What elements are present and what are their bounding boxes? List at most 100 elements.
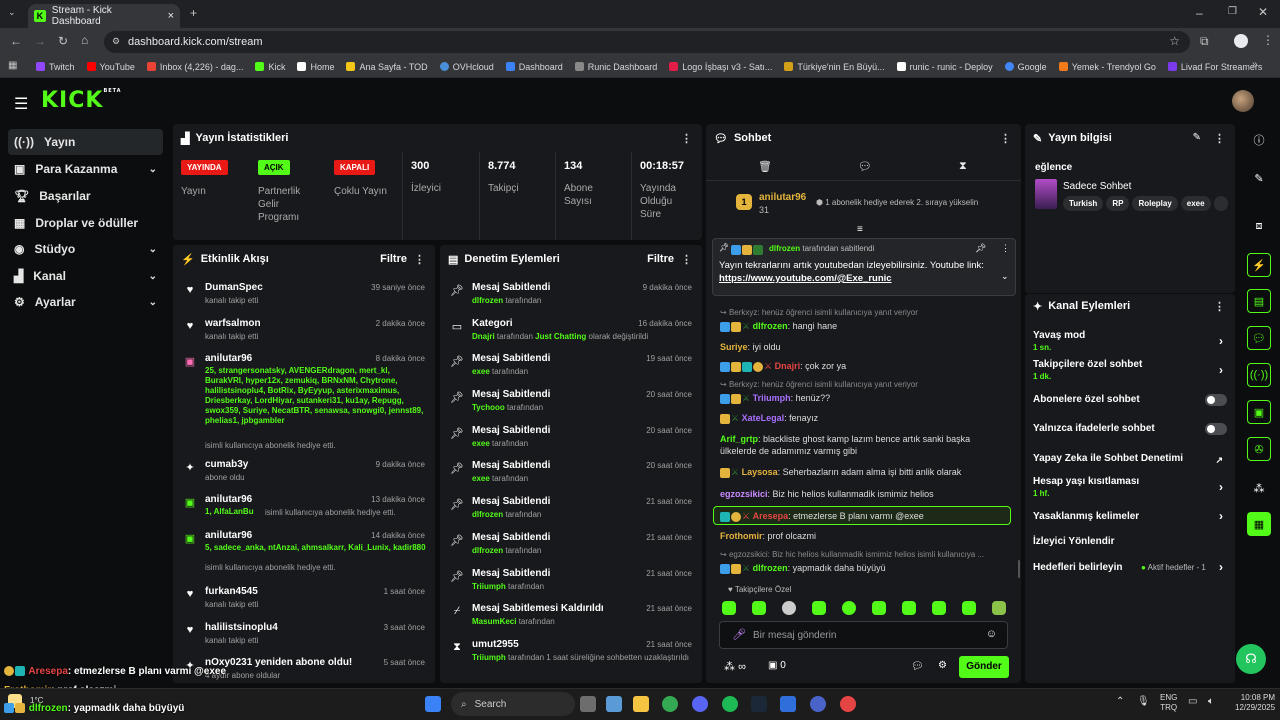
- chat-bubble-icon[interactable]: 💬︎: [858, 160, 872, 173]
- bookmark-inbox[interactable]: Inbox (4,226) - dag...: [146, 62, 243, 72]
- video-icon[interactable]: ▣: [1247, 400, 1271, 424]
- chat-settings-icon[interactable]: ⚙: [938, 660, 947, 671]
- document-icon[interactable]: ▤: [1247, 289, 1271, 313]
- category-name[interactable]: Sadece Sohbet: [1063, 181, 1131, 192]
- chat-message[interactable]: ⚔ Dnajri: çok zor ya: [720, 360, 1005, 372]
- leader-username[interactable]: anilutar96: [759, 192, 806, 203]
- info-icon[interactable]: ⓘ: [1247, 128, 1271, 152]
- stats-menu-icon[interactable]: ⋮: [681, 132, 692, 145]
- bookmark-trendyol[interactable]: Yemek - Trendyol Go: [1058, 62, 1156, 72]
- action-account-age[interactable]: Hesap yaşı kısıtlaması 1 hf. ›: [1033, 476, 1227, 498]
- bookmark-dashboard[interactable]: Dashboard: [505, 62, 563, 72]
- bookmark-logo[interactable]: Logo İşbaşı v3 - Satı...: [669, 62, 772, 72]
- windows-start-icon[interactable]: [425, 696, 441, 712]
- taskbar-search[interactable]: ⌕ Search: [451, 692, 575, 716]
- emote-9-icon[interactable]: [962, 601, 976, 615]
- task-view-icon[interactable]: [580, 696, 596, 712]
- apps-grid-icon[interactable]: ▦: [8, 60, 17, 71]
- network-icon[interactable]: ▭: [1188, 696, 1197, 707]
- minimize-icon[interactable]: –: [1196, 6, 1203, 20]
- action-raid[interactable]: İzleyici Yönlendir: [1033, 536, 1227, 547]
- chat-message[interactable]: Frothomir: prof olcazmi: [720, 530, 1005, 542]
- emote-8-icon[interactable]: [932, 601, 946, 615]
- chrome-icon[interactable]: [662, 696, 678, 712]
- community-icon[interactable]: ⁂: [1247, 476, 1271, 500]
- stream-info-menu-icon[interactable]: ⋮: [1214, 132, 1225, 145]
- spotify-icon[interactable]: [722, 696, 738, 712]
- activity-menu-icon[interactable]: ⋮: [414, 253, 425, 266]
- chat-bubble-icon[interactable]: 💬︎: [1247, 326, 1271, 350]
- tag[interactable]: RP: [1106, 196, 1130, 211]
- bookmark-livad[interactable]: Livad For Streamers: [1167, 62, 1262, 72]
- subscribers-only-toggle[interactable]: [1205, 394, 1227, 406]
- steam-icon[interactable]: [751, 696, 767, 712]
- site-info-icon[interactable]: ⚙: [112, 36, 120, 47]
- moderation-filter-button[interactable]: Filtre: [647, 253, 674, 265]
- clock[interactable]: 10:08 PM 12/29/2025: [1235, 693, 1275, 713]
- app-icon[interactable]: [780, 696, 796, 712]
- sidebar-item-yayin[interactable]: ((·)) Yayın: [8, 129, 163, 155]
- support-headset-icon[interactable]: ☊: [1236, 644, 1266, 674]
- profile-avatar[interactable]: [1234, 34, 1248, 48]
- chat-message[interactable]: ⚔ Laysosa: Seherbazların adam alma işi b…: [720, 466, 1005, 478]
- chat-scrollbar[interactable]: [1018, 560, 1020, 578]
- broadcast-icon[interactable]: ((·)): [1247, 363, 1271, 387]
- emote-7-icon[interactable]: [902, 601, 916, 615]
- edit-icon[interactable]: ✎: [1193, 132, 1201, 143]
- browser-tab[interactable]: K Stream - Kick Dashboard ×: [28, 4, 180, 28]
- tray-chevron-icon[interactable]: ⌃: [1116, 696, 1124, 707]
- home-icon[interactable]: ⌂: [81, 33, 88, 47]
- trash-icon[interactable]: 🗑︎: [758, 160, 772, 173]
- file-explorer-icon[interactable]: [633, 696, 649, 712]
- chat-message[interactable]: ⚔ dlfrozen: yapmadık daha büyüyü: [720, 562, 1005, 574]
- browser-menu-icon[interactable]: ⋮: [1262, 33, 1274, 47]
- hourglass-icon[interactable]: ⧗: [959, 160, 967, 173]
- extensions-icon[interactable]: ⧉: [1200, 34, 1209, 49]
- chat-input[interactable]: 🎤︎ Bir mesaj gönderin ☺: [719, 621, 1008, 649]
- channel-actions-menu-icon[interactable]: ⋮: [1214, 300, 1225, 313]
- bolt-icon[interactable]: ⚡: [1247, 253, 1271, 277]
- chat-bubble-icon[interactable]: 💬︎: [911, 661, 924, 672]
- sidebar-item-droplar[interactable]: ▦ Droplar ve ödüller: [8, 210, 163, 236]
- send-button[interactable]: Gönder: [959, 656, 1009, 678]
- pinned-link[interactable]: https://www.youtube.com/@Exe_runic: [719, 273, 892, 284]
- bookmark-ovhcloud[interactable]: OVHcloud: [439, 62, 494, 72]
- action-followers-only[interactable]: Takipçilere özel sohbet 1 dk. ›: [1033, 359, 1227, 381]
- chevron-down-icon[interactable]: ⌄: [1001, 271, 1009, 282]
- obs-icon[interactable]: [810, 696, 826, 712]
- emote-1-icon[interactable]: [722, 601, 736, 615]
- discord-icon[interactable]: [692, 696, 708, 712]
- action-ai-moderation[interactable]: Yapay Zeka ile Sohbet Denetimi ↗: [1033, 453, 1227, 465]
- bookmark-kick[interactable]: Kick: [255, 62, 285, 72]
- bookmark-tod[interactable]: Ana Sayfa - TOD: [346, 62, 428, 72]
- bookmark-youtube[interactable]: YouTube: [86, 62, 135, 72]
- sidebar-item-ayarlar[interactable]: ⚙ Ayarlar ⌄: [8, 289, 163, 315]
- emote-5-icon[interactable]: [842, 601, 856, 615]
- kick-logo[interactable]: KICKBETA: [41, 88, 122, 113]
- app-2-icon[interactable]: [840, 696, 856, 712]
- tag[interactable]: Turkish: [1063, 196, 1104, 211]
- restore-icon[interactable]: ❐: [1228, 6, 1237, 17]
- back-icon[interactable]: ←: [10, 34, 22, 48]
- emote-only-toggle[interactable]: [1205, 423, 1227, 435]
- category-thumbnail[interactable]: [1035, 179, 1057, 209]
- sidebar-item-para-kazanma[interactable]: ▣ Para Kazanma ⌄: [8, 156, 163, 182]
- sidebar-item-kanal[interactable]: ▟ Kanal ⌄: [8, 263, 163, 289]
- copilot-icon[interactable]: [606, 696, 622, 712]
- chat-message[interactable]: Suriye: iyi oldu: [720, 341, 1005, 353]
- channel-points-icon[interactable]: ⁂ ∞: [724, 660, 746, 673]
- bookmark-turkiye[interactable]: Türkiye'nin En Büyü...: [784, 62, 885, 72]
- action-goals[interactable]: Hedefleri belirleyin ● Aktif hedefler - 1…: [1033, 560, 1227, 574]
- chat-menu-icon[interactable]: ⋮: [1000, 132, 1011, 145]
- microphone-icon[interactable]: 🎙︎: [1137, 696, 1150, 707]
- gift-counter[interactable]: ▣ 0: [768, 660, 786, 671]
- chat-message[interactable]: Arif_grtp: blackliste ghost kamp lazım b…: [720, 433, 1005, 457]
- sidebar-item-basarilar[interactable]: 🏆︎ Başarılar: [8, 183, 163, 209]
- hamburger-menu-icon[interactable]: ☰: [14, 94, 28, 114]
- bookmark-twitch[interactable]: Twitch: [36, 62, 75, 72]
- chat-message[interactable]: ⚔ dlfrozen: hangi hane: [720, 320, 1005, 332]
- emote-4-icon[interactable]: [812, 601, 826, 615]
- tag[interactable]: exee: [1180, 196, 1211, 211]
- activity-filter-button[interactable]: Filtre: [380, 253, 407, 265]
- forward-icon[interactable]: →: [34, 34, 46, 48]
